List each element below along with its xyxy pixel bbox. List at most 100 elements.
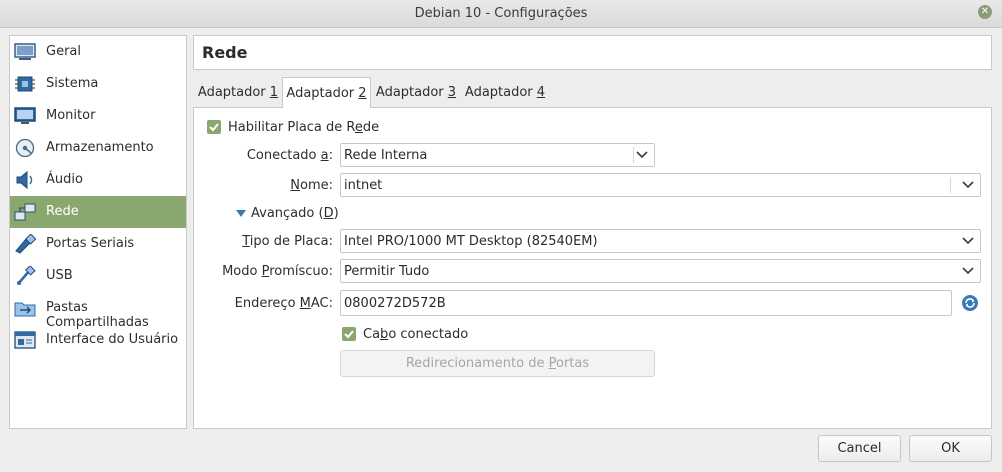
label-text: Habilitar Placa de R [228, 120, 355, 135]
ok-button[interactable]: OK [909, 435, 992, 462]
sidebar-item-interface-do-usuario[interactable]: Interface do Usuário [10, 324, 186, 356]
sidebar-item-label: Áudio [46, 172, 83, 187]
chevron-down-icon [962, 237, 974, 245]
sidebar-item-label: Portas Seriais [46, 236, 135, 251]
check-icon [344, 330, 354, 339]
advanced-toggle[interactable]: Avançado (D) [251, 206, 339, 221]
sidebar-item-label: USB [46, 268, 73, 283]
settings-sidebar: Geral Sistema Monitor Armazenamento Áudi… [9, 35, 187, 429]
tab-label: Adaptador [464, 85, 537, 100]
close-icon[interactable]: ✕ [978, 5, 992, 19]
sidebar-item-sistema[interactable]: Sistema [10, 68, 186, 100]
sidebar-item-label: Armazenamento [46, 140, 154, 155]
check-icon [209, 123, 219, 132]
monitor-general-icon [14, 42, 36, 62]
refresh-mac-icon[interactable] [961, 294, 979, 312]
network-icon [14, 202, 36, 222]
speaker-icon [14, 170, 36, 190]
button-label: ortas [556, 356, 590, 371]
page-title: Rede [202, 43, 248, 62]
label-text: Ca [363, 327, 381, 342]
triangle-down-icon[interactable] [236, 208, 246, 218]
name-label: Nome: [196, 178, 333, 193]
tab-mnemonic: 1 [269, 85, 279, 100]
promiscuous-mode-label: Modo Promíscuo: [196, 264, 333, 279]
label-mnemonic: T [242, 234, 250, 249]
label-text: o conectado [388, 327, 469, 342]
chip-icon [14, 74, 36, 94]
display-icon [14, 106, 36, 126]
sidebar-item-label: Rede [46, 204, 79, 219]
mac-address-input[interactable]: 0800272D572B [340, 290, 952, 316]
label-mnemonic: a [320, 148, 329, 163]
tab-label: Adaptador [286, 86, 359, 101]
sidebar-item-rede[interactable]: Rede [10, 196, 186, 228]
mac-address-value: 0800272D572B [344, 296, 446, 311]
tab-adaptador-2[interactable]: Adaptador 2 [282, 77, 371, 108]
adapter-type-select[interactable]: Intel PRO/1000 MT Desktop (82540EM) [340, 229, 981, 253]
name-value: intnet [344, 178, 383, 193]
sidebar-item-label: Interface do Usuário [46, 332, 179, 347]
sidebar-item-label: Monitor [46, 108, 96, 123]
chevron-down-icon [636, 151, 648, 159]
name-combobox[interactable]: intnet [340, 173, 981, 197]
window-titlebar: Debian 10 - Configurações ✕ [0, 0, 1002, 28]
mac-address-label: Endereço MAC: [196, 296, 333, 311]
label-mnemonic: e [354, 120, 363, 135]
tab-mnemonic: 3 [447, 85, 457, 100]
page-header: Rede [193, 35, 992, 70]
cable-connected-checkbox[interactable] [342, 327, 356, 341]
tab-label: Adaptador [375, 85, 448, 100]
usb-icon [14, 265, 36, 286]
window-title: Debian 10 - Configurações [414, 6, 588, 21]
user-interface-icon [14, 330, 36, 350]
chevron-down-icon [962, 267, 974, 275]
label-text: Conectado [246, 148, 321, 163]
label-text: Modo [222, 264, 262, 279]
attached-to-select[interactable]: Rede Interna [340, 143, 655, 167]
sidebar-item-label: Sistema [46, 76, 99, 91]
attached-to-label: Conectado a: [196, 148, 333, 163]
port-forwarding-button[interactable]: Redirecionamento de Portas [340, 350, 655, 377]
enable-adapter-checkbox[interactable] [207, 120, 221, 134]
label-text: de [362, 120, 380, 135]
sidebar-item-geral[interactable]: Geral [10, 36, 186, 68]
tab-mnemonic: 4 [536, 85, 546, 100]
sidebar-item-label: Geral [46, 44, 81, 59]
label-text: AC: [310, 296, 333, 311]
disk-icon [14, 138, 36, 158]
tab-label: Adaptador [197, 85, 270, 100]
adapter-type-value: Intel PRO/1000 MT Desktop (82540EM) [344, 234, 598, 249]
button-label: Redirecionamento de [405, 356, 549, 371]
label-text: Avançado ( [251, 206, 324, 221]
attached-to-value: Rede Interna [344, 148, 428, 163]
promiscuous-mode-select[interactable]: Permitir Tudo [340, 259, 981, 283]
tab-adaptador-1[interactable]: Adaptador 1 [196, 77, 280, 107]
combo-separator [633, 147, 634, 163]
shared-folder-icon [14, 298, 36, 318]
label-text: Endereço [234, 296, 300, 311]
sidebar-item-monitor[interactable]: Monitor [10, 100, 186, 132]
promiscuous-mode-value: Permitir Tudo [344, 264, 430, 279]
tab-mnemonic: 2 [358, 86, 367, 101]
sidebar-item-pastas-compartilhadas[interactable]: Pastas Compartilhadas [10, 292, 186, 330]
cable-connected-label[interactable]: Cabo conectado [363, 327, 468, 342]
sidebar-item-armazenamento[interactable]: Armazenamento [10, 132, 186, 164]
tab-adaptador-3[interactable]: Adaptador 3 [374, 77, 458, 107]
label-text: ome: [300, 178, 333, 193]
label-mnemonic: M [299, 296, 311, 311]
sidebar-item-audio[interactable]: Áudio [10, 164, 186, 196]
label-text: ipo de Placa: [249, 234, 333, 249]
button-mnemonic: P [548, 356, 556, 371]
label-mnemonic: N [290, 178, 300, 193]
label-text: romíscuo: [269, 264, 333, 279]
tab-adaptador-4[interactable]: Adaptador 4 [463, 77, 547, 107]
enable-adapter-label[interactable]: Habilitar Placa de Rede [228, 120, 379, 135]
adapter-type-label: Tipo de Placa: [196, 234, 333, 249]
combo-separator [950, 177, 951, 193]
sidebar-item-usb[interactable]: USB [10, 260, 186, 292]
cancel-button[interactable]: Cancel [818, 435, 901, 462]
label-mnemonic: D [323, 206, 334, 221]
sidebar-item-portas-seriais[interactable]: Portas Seriais [10, 228, 186, 260]
label-text: : [328, 148, 333, 163]
